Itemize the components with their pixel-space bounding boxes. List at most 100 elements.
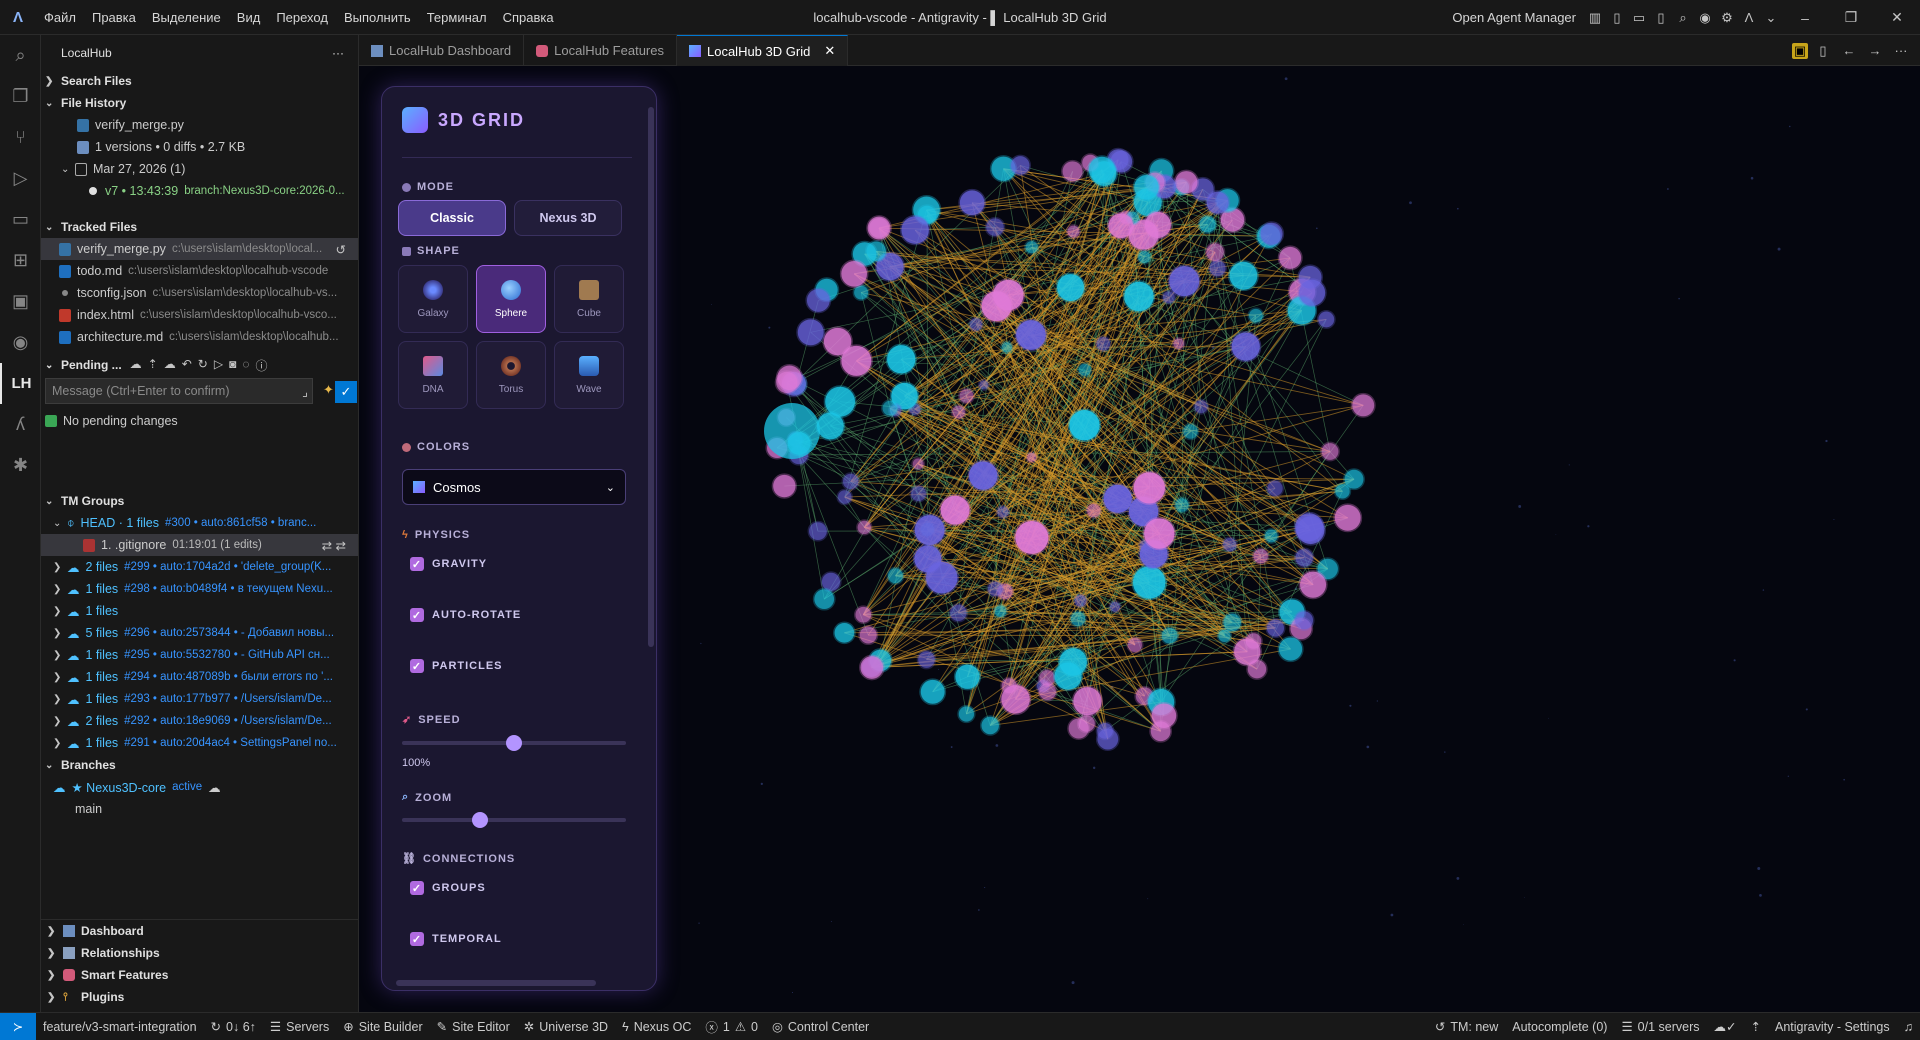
toggle-secondary-sidebar-icon[interactable]: ▯ (1650, 7, 1672, 29)
graph-node[interactable] (993, 603, 1008, 619)
graph-node[interactable] (1024, 239, 1040, 255)
universe-status[interactable]: ✲ Universe 3D (517, 1019, 615, 1035)
tracked-file-row[interactable]: todo.md c:\users\islam\desktop\localhub-v… (41, 260, 358, 282)
graph-node[interactable] (1247, 307, 1265, 324)
graph-node[interactable] (839, 259, 869, 289)
search-icon[interactable]: ⌕ (1672, 7, 1694, 29)
tab-localhub-features[interactable]: LocalHub Features (524, 35, 677, 66)
graph-node[interactable] (1095, 727, 1120, 751)
groups-checkbox[interactable]: ✓ GROUPS (410, 881, 486, 895)
graph-node[interactable] (968, 316, 984, 333)
graph-node[interactable] (1087, 155, 1117, 185)
graph-node[interactable] (1067, 408, 1102, 442)
graph-node[interactable] (1181, 422, 1200, 441)
graph-node[interactable] (1265, 618, 1286, 639)
auto-rotate-checkbox[interactable]: ✓ AUTO-ROTATE (410, 608, 521, 622)
graph-node[interactable] (1085, 502, 1102, 519)
tm-group-row[interactable]: ❯ ☁ 1 files (41, 600, 358, 622)
graph-node[interactable] (919, 678, 947, 706)
autocomplete-status[interactable]: Autocomplete (0) (1505, 1020, 1614, 1034)
menu-file[interactable]: Файл (36, 10, 84, 25)
graph-node[interactable] (916, 649, 937, 670)
graph-node[interactable] (909, 484, 928, 503)
section-search-files[interactable]: ❯ Search Files (41, 70, 358, 92)
back-arrow-icon[interactable]: ← (1838, 40, 1860, 62)
graph-node[interactable] (1126, 636, 1144, 654)
graph-node[interactable] (1160, 626, 1180, 646)
menu-view[interactable]: Вид (229, 10, 269, 25)
graph-node[interactable] (950, 404, 967, 420)
eye-icon[interactable]: ◉ (0, 322, 41, 363)
graph-node[interactable] (859, 654, 885, 681)
graph-node[interactable] (1071, 685, 1104, 717)
graph-node[interactable] (764, 403, 820, 459)
graph-node[interactable] (913, 513, 947, 547)
graph-node[interactable] (775, 364, 804, 392)
sync-status[interactable]: ↻ 0↓ 6↑ (204, 1019, 263, 1035)
graph-node[interactable] (1136, 249, 1152, 265)
search-icon[interactable]: ⌕ (0, 35, 41, 76)
more-actions-icon[interactable]: ··· (332, 46, 344, 60)
site-builder-status[interactable]: ⊕ Site Builder (336, 1019, 429, 1035)
account-icon[interactable]: ◉ (1694, 7, 1716, 29)
slider-knob[interactable] (506, 735, 522, 751)
graph-node[interactable] (1333, 503, 1363, 533)
tm-group-row[interactable]: ❯ ☁ 1 files #298 • auto:b0489f4 • в текущем… (41, 578, 358, 600)
graph-node[interactable] (948, 603, 969, 623)
layout-icon[interactable]: ▥ (1584, 7, 1606, 29)
eye-off-icon[interactable]: ◌ (242, 357, 249, 374)
graph-node[interactable] (1055, 272, 1086, 303)
cloud-status[interactable]: ☁✓ (1707, 1019, 1744, 1034)
history-icon[interactable]: ↺ (336, 242, 358, 257)
section-dashboard[interactable]: ❯ Dashboard (41, 920, 358, 942)
graph-node[interactable] (1037, 681, 1058, 702)
antigravity-icon[interactable]: Λ (1738, 7, 1760, 29)
graph-node[interactable] (839, 344, 873, 378)
graph-node[interactable] (953, 663, 982, 691)
graph-node[interactable] (1000, 676, 1019, 695)
graph-node[interactable] (1350, 392, 1376, 418)
history-date-group[interactable]: ⌄ Mar 27, 2026 (1) (41, 158, 358, 180)
graph-node[interactable] (1069, 610, 1087, 628)
servers-count-status[interactable]: ☰ 0/1 servers (1614, 1019, 1706, 1035)
tm-head-file-row[interactable]: 1. .gitignore 01:19:01 (1 edits) ⇄ ⇄ (41, 534, 358, 556)
graph-node[interactable] (1077, 362, 1093, 378)
graph-node[interactable] (1171, 336, 1186, 351)
tracked-file-row[interactable]: index.html c:\users\islam\desktop\localhu… (41, 304, 358, 326)
explorer-icon[interactable]: ❐ (0, 76, 41, 117)
site-editor-status[interactable]: ✎ Site Editor (430, 1019, 517, 1035)
graph-node[interactable] (1108, 600, 1122, 614)
graph-node[interactable] (1265, 479, 1285, 498)
tm-status[interactable]: ↺ TM: new (1428, 1019, 1505, 1035)
section-smart-features[interactable]: ❯ Smart Features (41, 964, 358, 986)
graph-node[interactable] (1106, 211, 1135, 240)
graph-node[interactable] (815, 410, 846, 441)
refresh-icon[interactable]: ↻ (198, 357, 208, 374)
section-tm-groups[interactable]: ⌄ TM Groups (41, 490, 358, 512)
toggle-sidebar-icon[interactable]: ▯ (1606, 7, 1628, 29)
graph-node[interactable] (867, 216, 891, 240)
tab-localhub-3d-grid[interactable]: LocalHub 3D Grid ✕ (676, 35, 849, 66)
remote-explorer-icon[interactable]: ▭ (0, 199, 41, 240)
compare-icon[interactable]: ⇄ ⇄ (322, 538, 358, 553)
graph-node[interactable] (1232, 637, 1262, 667)
notifications-status[interactable]: ♫ (1897, 1020, 1920, 1034)
tm-group-row[interactable]: ❯ ☁ 1 files #295 • auto:5532780 • - GitHub … (41, 644, 358, 666)
color-scheme-select[interactable]: Cosmos ⌄ (402, 469, 626, 505)
lambda-icon[interactable]: ʎ (0, 404, 41, 445)
section-pending[interactable]: ⌄ Pending ... ☁ ⇡ ☁ ↶ ↻ ▷ ◙ ◌ ⓘ (41, 354, 358, 376)
commit-message-input[interactable]: Message (Ctrl+Enter to confirm) ⌟ (45, 378, 313, 404)
graph-node[interactable] (1259, 221, 1285, 247)
history-version[interactable]: v7 • 13:43:39 branch:Nexus3D-core:2026-0.… (41, 180, 358, 202)
servers-status[interactable]: ☰ Servers (263, 1019, 336, 1035)
graph-node[interactable] (1073, 593, 1088, 609)
menu-terminal[interactable]: Терминал (419, 10, 495, 25)
slider-knob[interactable] (472, 812, 489, 828)
gravity-checkbox[interactable]: ✓ GRAVITY (410, 557, 487, 571)
graph-node[interactable] (1052, 661, 1084, 692)
graph-node[interactable] (1150, 701, 1178, 730)
graph-node[interactable] (1293, 609, 1315, 631)
menu-run[interactable]: Выполнить (336, 10, 419, 25)
settings-status[interactable]: Antigravity - Settings (1768, 1020, 1897, 1034)
graph-node[interactable] (1216, 628, 1233, 644)
